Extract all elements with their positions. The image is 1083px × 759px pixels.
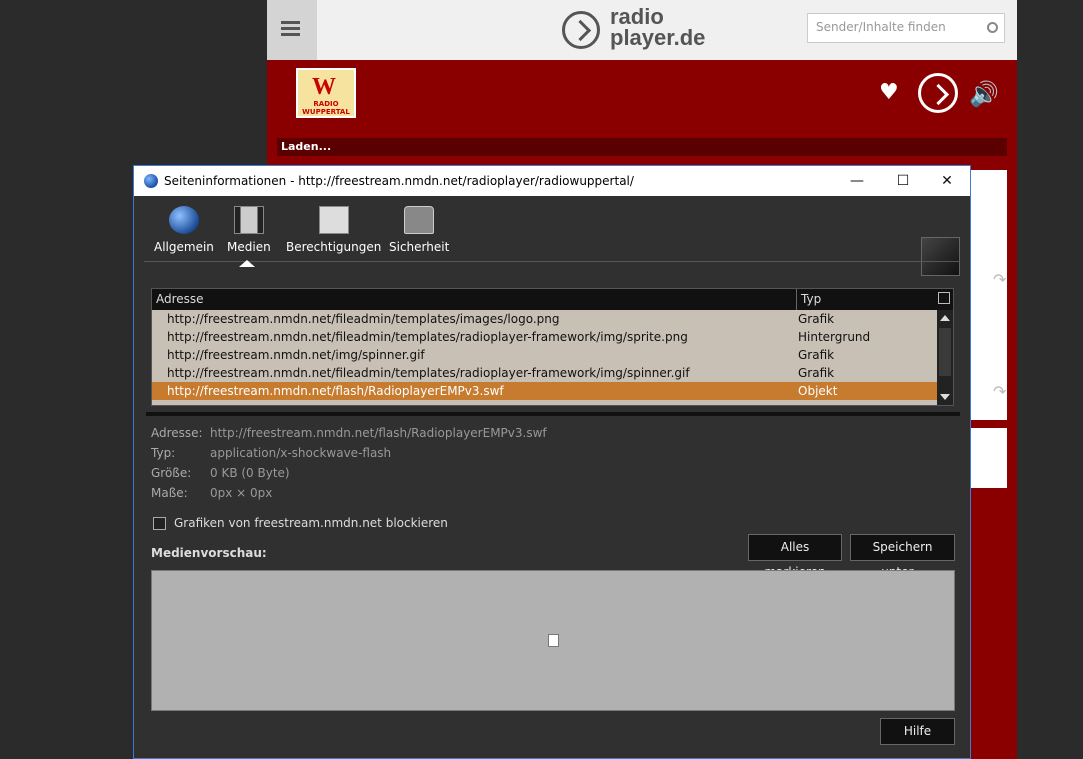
- column-divider[interactable]: [796, 289, 797, 310]
- block-images-label[interactable]: Grafiken von freestream.nmdn.net blockie…: [174, 516, 448, 530]
- row-address: http://freestream.nmdn.net/fileadmin/tem…: [167, 366, 690, 380]
- window-title: Seiteninformationen - http://freestream.…: [164, 174, 634, 188]
- column-header-type[interactable]: Typ: [801, 292, 821, 306]
- firefox-icon: [144, 174, 158, 188]
- scroll-up-icon[interactable]: [940, 315, 950, 321]
- globe-icon: [168, 206, 199, 234]
- media-preview-label: Medienvorschau:: [151, 546, 267, 560]
- share-icon[interactable]: ↷: [993, 382, 1006, 401]
- share-icon[interactable]: ↷: [993, 270, 1006, 289]
- permissions-icon: [318, 206, 349, 234]
- station-logo-text: RADIO WUPPERTAL: [302, 100, 350, 116]
- site-logo[interactable]: radio player.de: [610, 4, 706, 50]
- station-logo: W RADIO WUPPERTAL: [296, 68, 356, 118]
- site-search-input[interactable]: Sender/Inhalte finden: [807, 13, 1005, 43]
- row-address: http://freestream.nmdn.net/fileadmin/tem…: [167, 330, 688, 344]
- row-type: Objekt: [798, 384, 838, 398]
- pane-splitter[interactable]: [146, 412, 960, 416]
- row-address: http://freestream.nmdn.net/flash/Radiopl…: [167, 384, 504, 398]
- table-header: Adresse Typ: [152, 289, 953, 310]
- row-address: http://freestream.nmdn.net/img/spinner.g…: [167, 348, 425, 362]
- menu-icon[interactable]: [267, 0, 317, 60]
- row-type: Grafik: [798, 312, 835, 326]
- close-button[interactable]: ✕: [924, 166, 970, 196]
- column-picker-icon[interactable]: [938, 292, 950, 304]
- table-scrollbar[interactable]: [937, 310, 953, 405]
- dimensions-value: 0px × 0px: [210, 486, 273, 500]
- lock-icon: [404, 206, 435, 234]
- tab-label: Berechtigungen: [286, 240, 382, 254]
- type-label: Typ:: [151, 446, 176, 460]
- address-label: Adresse:: [151, 426, 203, 440]
- row-type: Grafik: [798, 348, 835, 362]
- loading-text: Laden...: [281, 140, 332, 153]
- title-bar[interactable]: Seiteninformationen - http://freestream.…: [134, 166, 970, 196]
- tab-toolbar: Allgemein Medien Berechtigungen Sicherhe…: [134, 196, 970, 276]
- size-value: 0 KB (0 Byte): [210, 466, 290, 480]
- select-all-button[interactable]: Alles markieren: [748, 534, 842, 579]
- address-value: http://freestream.nmdn.net/flash/Radiopl…: [210, 426, 547, 440]
- site-header: radio player.de Sender/Inhalte finden: [267, 0, 1017, 60]
- active-tab-indicator: [239, 260, 255, 267]
- page-info-dialog: Seiteninformationen - http://freestream.…: [133, 165, 971, 759]
- loading-bar: Laden...: [277, 138, 1007, 156]
- logo-line1: radio: [610, 4, 664, 29]
- search-placeholder: Sender/Inhalte finden: [816, 20, 946, 34]
- table-row[interactable]: http://freestream.nmdn.net/fileadmin/tem…: [152, 328, 937, 346]
- block-images-checkbox[interactable]: [153, 517, 166, 530]
- row-type: Grafik: [798, 366, 835, 380]
- radioplayer-logo-icon: [562, 11, 600, 49]
- maximize-button[interactable]: ☐: [880, 166, 926, 196]
- table-row[interactable]: http://freestream.nmdn.net/img/spinner.g…: [152, 346, 937, 364]
- media-preview: [151, 570, 955, 711]
- station-logo-mark: W: [312, 74, 336, 100]
- tab-medien[interactable]: Medien: [227, 206, 271, 254]
- size-label: Größe:: [151, 466, 192, 480]
- table-row-selected[interactable]: http://freestream.nmdn.net/flash/Radiopl…: [152, 382, 937, 400]
- tab-berechtigungen[interactable]: Berechtigungen: [286, 206, 381, 254]
- scroll-down-icon[interactable]: [940, 394, 950, 400]
- scroll-thumb[interactable]: [939, 328, 951, 376]
- play-icon[interactable]: [918, 73, 958, 113]
- tab-sicherheit[interactable]: Sicherheit: [389, 206, 449, 254]
- media-icon: [233, 206, 264, 234]
- type-value: application/x-shockwave-flash: [210, 446, 392, 460]
- tab-label: Allgemein: [154, 240, 214, 254]
- help-button[interactable]: Hilfe: [880, 718, 955, 745]
- logo-line2: player.de: [610, 25, 706, 50]
- minimize-button[interactable]: —: [834, 166, 880, 196]
- volume-icon[interactable]: 🔊: [969, 80, 999, 108]
- search-icon[interactable]: [987, 22, 998, 33]
- tab-separator: [144, 261, 960, 262]
- table-row[interactable]: http://freestream.nmdn.net/fileadmin/tem…: [152, 310, 937, 328]
- tab-label: Sicherheit: [389, 240, 450, 254]
- tab-label: Medien: [227, 240, 271, 254]
- theme-thumbnail: [921, 237, 960, 276]
- save-as-button[interactable]: Speichern unter...: [850, 534, 955, 579]
- column-header-address[interactable]: Adresse: [156, 292, 204, 306]
- favorite-add-icon[interactable]: ♥: [879, 82, 901, 104]
- table-row[interactable]: http://freestream.nmdn.net/fileadmin/tem…: [152, 364, 937, 382]
- tab-allgemein[interactable]: Allgemein: [154, 206, 214, 254]
- media-table[interactable]: Adresse Typ http://freestream.nmdn.net/f…: [151, 288, 954, 406]
- row-type: Hintergrund: [798, 330, 871, 344]
- dimensions-label: Maße:: [151, 486, 188, 500]
- broken-image-icon: [548, 634, 559, 647]
- row-address: http://freestream.nmdn.net/fileadmin/tem…: [167, 312, 560, 326]
